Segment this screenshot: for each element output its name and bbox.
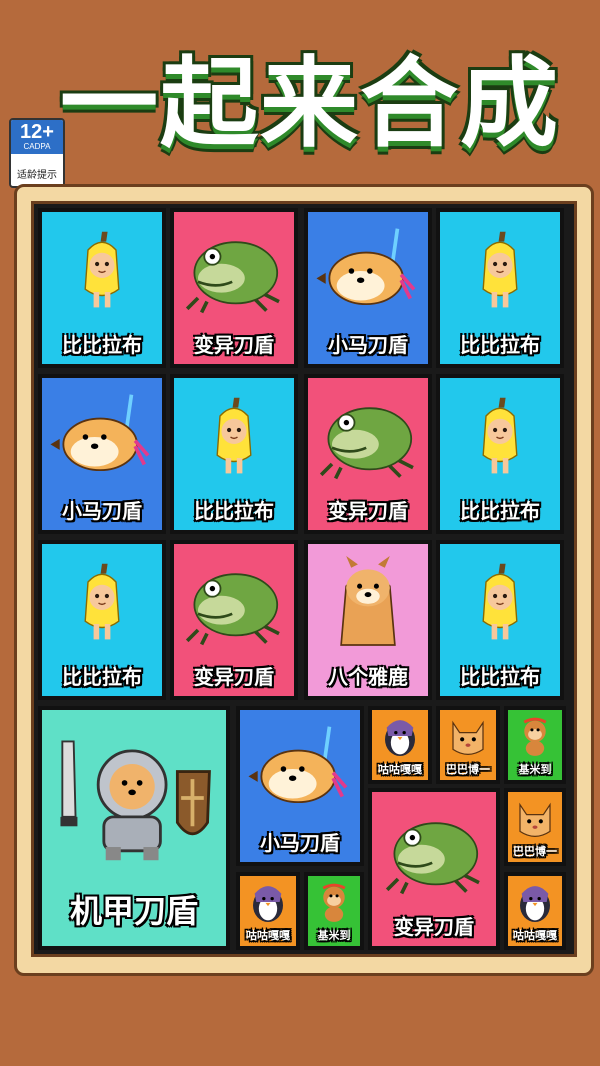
banana-cat-icon [42, 212, 162, 329]
cell-label: 比比拉布 [62, 333, 142, 357]
grid-cell-r1c3[interactable]: 小马刀盾 [304, 208, 432, 368]
cell-label: 八个雅鹿 [328, 665, 408, 689]
cell-label: 咕咕嘎嘎 [513, 929, 557, 942]
cell-label: 变异刀盾 [394, 915, 474, 939]
game-board: 比比拉布 变异刀盾 小马刀盾 比比拉布 小马刀盾 比比拉布 变异刀盾 比比拉布 … [14, 184, 594, 976]
age-rating-top: 12+ CADPA [11, 120, 63, 154]
banana-cat-icon [174, 378, 294, 495]
frog-icon [174, 212, 294, 329]
grid-cell-r3c3[interactable]: 八个雅鹿 [304, 540, 432, 700]
banana-cat-icon [42, 544, 162, 661]
grid-cell-r1c4[interactable]: 比比拉布 [436, 208, 564, 368]
cell-label: 变异刀盾 [194, 333, 274, 357]
monkey-icon [308, 876, 360, 927]
cat-icon [508, 792, 562, 843]
age-rating-tip: 适龄提示 [17, 170, 57, 181]
cell-label: 小马刀盾 [62, 499, 142, 523]
cell-label: 比比拉布 [460, 665, 540, 689]
grid-cell-small-7[interactable]: 咕咕嘎嘎 [504, 872, 566, 950]
cell-label: 变异刀盾 [194, 665, 274, 689]
cell-label: 变异刀盾 [328, 499, 408, 523]
merge-grid: 比比拉布 变异刀盾 小马刀盾 比比拉布 小马刀盾 比比拉布 变异刀盾 比比拉布 … [31, 201, 577, 957]
cell-label: 机甲刀盾 [69, 892, 198, 930]
grid-cell-mid-bottom[interactable]: 变异刀盾 [368, 788, 500, 950]
banana-cat-icon [440, 212, 560, 329]
banana-cat-icon [440, 544, 560, 661]
frog-icon [174, 544, 294, 661]
cell-label: 巴巴博一 [513, 845, 557, 858]
age-rating-number: 12+ [20, 121, 54, 143]
cat-icon [440, 710, 496, 761]
grid-cell-small-1[interactable]: 咕咕嘎嘎 [368, 706, 432, 784]
dog-sword-icon [308, 212, 428, 329]
grid-cell-small-6[interactable]: 基米到 [304, 872, 364, 950]
age-rating-org: CADPA [23, 142, 51, 151]
game-title: 一起来合成 [40, 20, 580, 170]
penguin-icon [240, 876, 296, 927]
mech-dog-icon [42, 710, 226, 886]
cell-label: 基米到 [317, 929, 351, 942]
grid-cell-r2c2[interactable]: 比比拉布 [170, 374, 298, 534]
grid-cell-r2c4[interactable]: 比比拉布 [436, 374, 564, 534]
banana-cat-icon [440, 378, 560, 495]
penguin-icon [508, 876, 562, 927]
game-title-text: 一起来合成 [59, 47, 560, 161]
grid-cell-small-4[interactable]: 巴巴博一 [504, 788, 566, 866]
grid-cell-r3c2[interactable]: 变异刀盾 [170, 540, 298, 700]
frog-icon [372, 792, 496, 911]
monkey-icon [508, 710, 562, 761]
cell-label: 比比拉布 [62, 665, 142, 689]
grid-cell-mid-top[interactable]: 小马刀盾 [236, 706, 364, 866]
grid-cell-small-5[interactable]: 咕咕嘎嘎 [236, 872, 300, 950]
cell-label: 比比拉布 [460, 499, 540, 523]
grid-cell-r2c3[interactable]: 变异刀盾 [304, 374, 432, 534]
cell-label: 小马刀盾 [328, 333, 408, 357]
cell-label: 巴巴博一 [446, 763, 490, 776]
grid-cell-r3c1[interactable]: 比比拉布 [38, 540, 166, 700]
dog-sword-icon [240, 710, 360, 827]
cell-label: 比比拉布 [194, 499, 274, 523]
grid-cell-r1c1[interactable]: 比比拉布 [38, 208, 166, 368]
cell-label: 小马刀盾 [260, 831, 340, 855]
age-rating-badge: 12+ CADPA 适龄提示 [9, 118, 65, 188]
cell-label: 咕咕嘎嘎 [378, 763, 422, 776]
grid-cell-big[interactable]: 机甲刀盾 [38, 706, 230, 950]
grid-cell-r2c1[interactable]: 小马刀盾 [38, 374, 166, 534]
grid-cell-r1c2[interactable]: 变异刀盾 [170, 208, 298, 368]
grid-cell-small-3[interactable]: 基米到 [504, 706, 566, 784]
penguin-icon [372, 710, 428, 761]
cell-label: 基米到 [518, 763, 552, 776]
frog-icon [308, 378, 428, 495]
cell-label: 比比拉布 [460, 333, 540, 357]
cell-label: 咕咕嘎嘎 [246, 929, 290, 942]
dog-sword-icon [42, 378, 162, 495]
grid-cell-r3c4[interactable]: 比比拉布 [436, 540, 564, 700]
grid-cell-small-2[interactable]: 巴巴博一 [436, 706, 500, 784]
cheems-icon [308, 544, 428, 661]
